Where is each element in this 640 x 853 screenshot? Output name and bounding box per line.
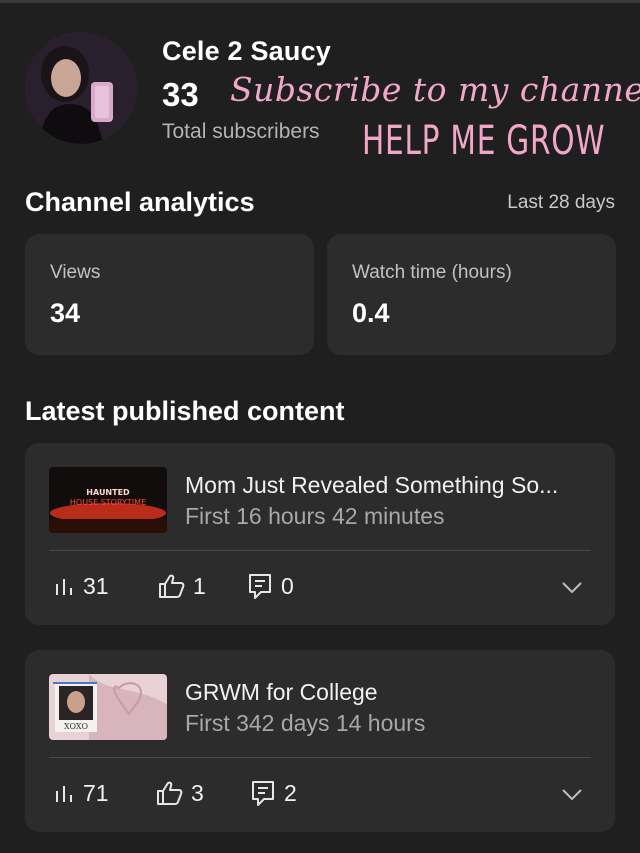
- video-card[interactable]: XOXO GRWM for College First 342 days 14 …: [25, 650, 615, 832]
- video-card[interactable]: HAUNTED HOUSE STORYTIME Mom Just Reveale…: [25, 443, 615, 625]
- likes-metric: 3: [155, 778, 204, 808]
- avatar-image: [25, 32, 137, 144]
- comments-metric: 2: [250, 778, 297, 808]
- bar-chart-icon: [56, 786, 72, 802]
- views-value: 34: [50, 298, 81, 328]
- video-title: Mom Just Revealed Something So...: [185, 472, 559, 498]
- chevron-down-icon[interactable]: [561, 577, 583, 597]
- overlay-subscribe-text: Subscribe to my channel: [230, 70, 640, 109]
- comment-icon: [252, 781, 274, 806]
- thumbs-up-icon: [157, 781, 183, 805]
- comments-count: 2: [284, 779, 297, 806]
- thumbs-up-icon: [159, 574, 185, 598]
- bar-chart-icon: [56, 579, 72, 595]
- latest-content-title: Latest published content: [25, 396, 345, 426]
- watch-time-value: 0.4: [352, 298, 390, 328]
- thumbnail-text-line1: HAUNTED: [86, 488, 130, 497]
- video-subtitle: First 16 hours 42 minutes: [185, 503, 445, 529]
- analytics-range[interactable]: Last 28 days: [507, 192, 615, 214]
- divider: [49, 550, 591, 551]
- video-title: GRWM for College: [185, 679, 378, 705]
- thumbnail-text-line2: HOUSE STORYTIME: [70, 498, 146, 507]
- video-thumbnail[interactable]: XOXO: [49, 674, 167, 740]
- thumbnail-image: XOXO: [49, 674, 167, 740]
- divider: [49, 757, 591, 758]
- channel-name: Cele 2 Saucy: [162, 36, 332, 66]
- watch-time-card[interactable]: Watch time (hours) 0.4: [327, 234, 616, 355]
- chevron-down-icon[interactable]: [561, 784, 583, 804]
- subscriber-label: Total subscribers: [162, 120, 320, 143]
- watch-time-label: Watch time (hours): [352, 262, 512, 283]
- likes-metric: 1: [157, 571, 206, 601]
- views-label: Views: [50, 262, 101, 283]
- comments-metric: 0: [247, 571, 294, 601]
- top-edge: [0, 0, 640, 3]
- analytics-title: Channel analytics: [25, 187, 255, 217]
- thumbnail-text: XOXO: [64, 722, 89, 731]
- comment-icon: [249, 574, 271, 599]
- views-metric: 31: [53, 571, 109, 601]
- thumbnail-image: HAUNTED HOUSE STORYTIME: [49, 467, 167, 533]
- views-count: 71: [83, 779, 109, 806]
- video-thumbnail[interactable]: HAUNTED HOUSE STORYTIME: [49, 467, 167, 533]
- likes-count: 3: [191, 779, 204, 806]
- comments-count: 0: [281, 572, 294, 599]
- views-metric: 71: [53, 778, 109, 808]
- views-count: 31: [83, 572, 109, 599]
- channel-avatar[interactable]: [25, 32, 137, 144]
- views-card[interactable]: Views 34: [25, 234, 314, 355]
- subscriber-count: 33: [162, 76, 199, 113]
- overlay-help-text: HELP ME GROW: [362, 118, 606, 164]
- likes-count: 1: [193, 572, 206, 599]
- video-subtitle: First 342 days 14 hours: [185, 710, 426, 736]
